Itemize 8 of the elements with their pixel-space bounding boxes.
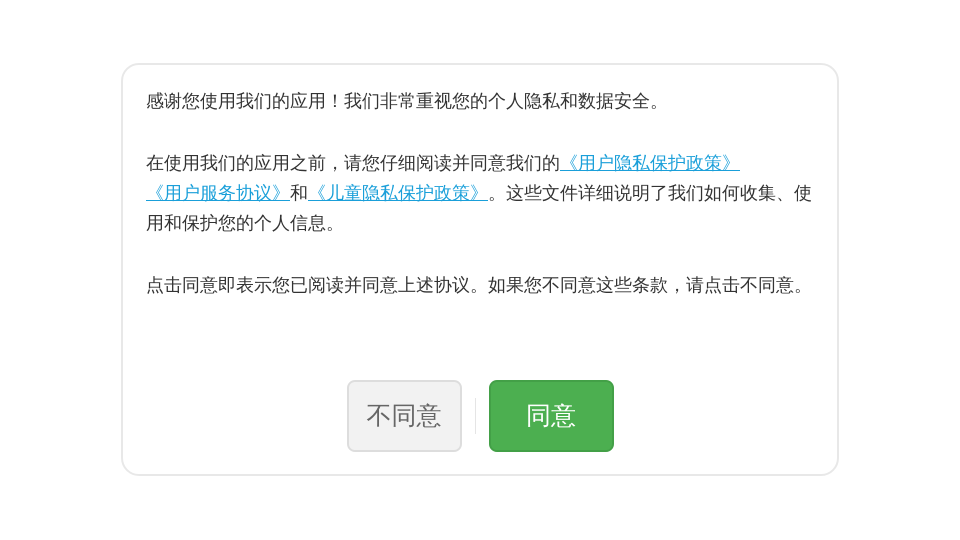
agree-button[interactable]: 同意 (488, 380, 614, 452)
policy-link[interactable]: 《儿童隐私保护政策》 (308, 183, 488, 204)
paragraph: 在使用我们的应用之前，请您仔细阅读并同意我们的《用户隐私保护政策》 《用户服务协议》和《儿童隐私保护政策》。这些文件详细说明了我们如何收集、使用和保护您的个人信息。 (146, 152, 813, 236)
paragraph: 感谢您使用我们的应用！我们非常重视您的个人隐私和数据安全。 (146, 90, 669, 114)
policy-link[interactable]: 《用户服务协议》 (146, 183, 290, 204)
policy-link[interactable]: 《用户隐私保护政策》 (560, 153, 740, 174)
disagree-button[interactable]: 不同意 (346, 380, 462, 452)
paragraph: 点击同意即表示您已阅读并同意上述协议。如果您不同意这些条款，请点击不同意。 (146, 274, 813, 298)
